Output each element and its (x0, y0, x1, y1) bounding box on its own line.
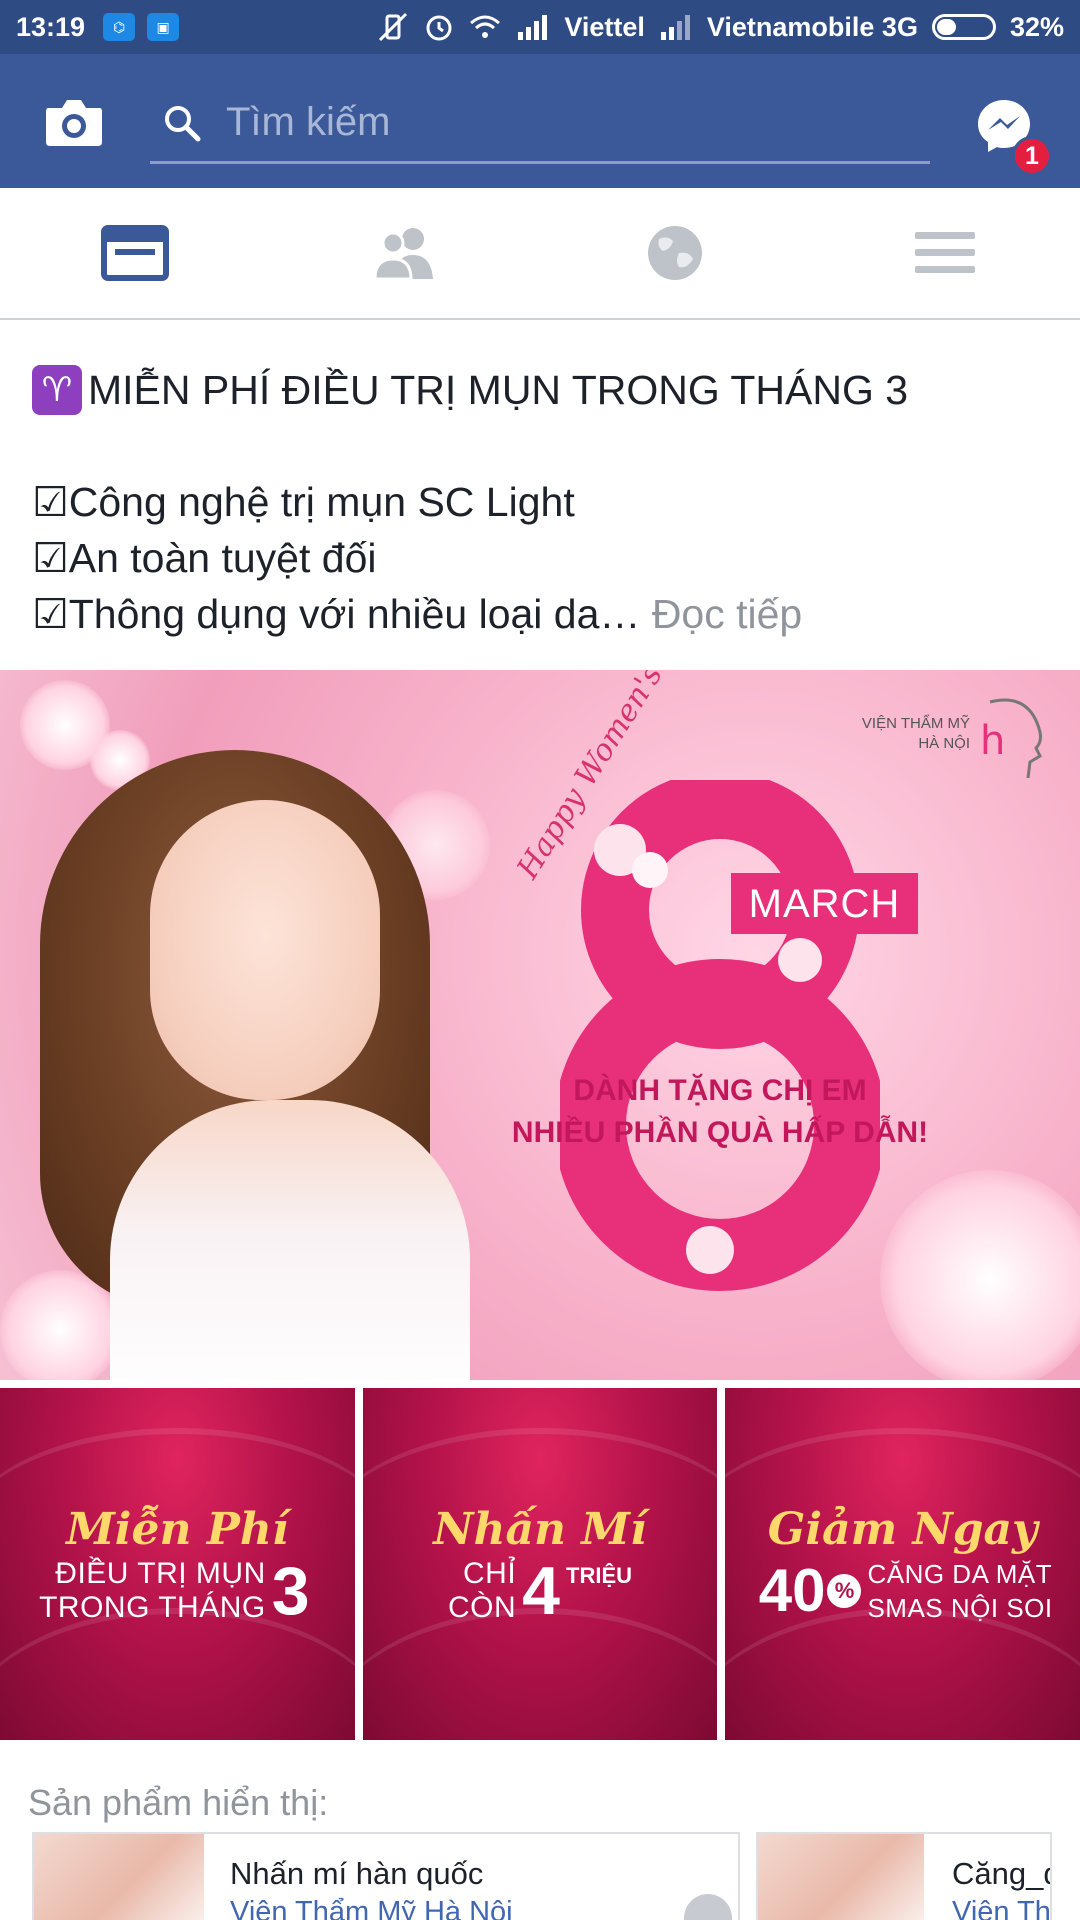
number-eight-graphic (560, 780, 880, 1291)
tab-friends[interactable] (270, 188, 540, 318)
product-thumbnail (758, 1834, 924, 1920)
post-headline: MIỄN PHÍ ĐIỀU TRỊ MỤN TRONG THÁNG 3 (88, 367, 909, 413)
product-seller: Viện Th (952, 1896, 1051, 1920)
products-label: Sản phẩm hiển thị: (28, 1782, 329, 1823)
promo-tiles: Miễn Phí ĐIỀU TRỊ MỤN TRONG THÁNG 3 Nhấn… (0, 1388, 1080, 1740)
product-thumbnail (34, 1834, 204, 1920)
friends-icon (373, 228, 433, 281)
app-header: Tìm kiếm 1 (0, 54, 1080, 188)
read-more-link[interactable]: Đọc tiếp (652, 591, 802, 637)
post-hero-image[interactable]: VIỆN THẨM MỸ HÀ NỘI h Happy Women's DÀNH… (0, 670, 1080, 1380)
product-card-2[interactable]: Căng_d Viện Th (756, 1832, 1052, 1920)
tab-bar (0, 188, 1080, 320)
search-bar[interactable]: Tìm kiếm (150, 84, 930, 164)
brand-logo-text: VIỆN THẨM MỸ HÀ NỘI (861, 715, 970, 752)
post-text: ♈ MIỄN PHÍ ĐIỀU TRỊ MỤN TRONG THÁNG 3 ☑C… (32, 362, 1052, 642)
promo-tile-1[interactable]: Miễn Phí ĐIỀU TRỊ MỤN TRONG THÁNG 3 (0, 1388, 355, 1740)
promo-tile-2[interactable]: Nhấn Mí CHỈ CÒN 4 TRIỆU (362, 1388, 718, 1740)
battery-icon (931, 14, 996, 40)
signal-icon (516, 14, 550, 40)
march-label: MARCH (748, 882, 901, 926)
product-messenger-icon[interactable] (684, 1894, 732, 1920)
tab-notifications[interactable] (540, 188, 810, 318)
news-feed-icon (101, 225, 169, 281)
post-bullet-3: ☑Thông dụng với nhiều loại da… (32, 591, 641, 637)
search-placeholder: Tìm kiếm (226, 100, 391, 144)
carrier-2: Vietnamobile 3G (706, 11, 918, 42)
battery-percent: 32% (1009, 11, 1064, 42)
signal-icon-2 (659, 14, 693, 40)
status-time: 13:19 (16, 11, 86, 42)
hero-promo-text: DÀNH TẶNG CHỊ EM NHIỀU PHẦN QUÀ HẤP DẪN! (511, 1074, 929, 1149)
svg-text:h: h (980, 718, 1005, 764)
product-card-1[interactable]: Nhấn mí hàn quốc Viện Thẩm Mỹ Hà Nội (32, 1832, 740, 1920)
post-bullet-2: ☑An toàn tuyệt đối (32, 535, 377, 581)
product-title: Căng_d (952, 1856, 1052, 1891)
tab-news-feed[interactable] (0, 188, 270, 318)
carrier-1: Viettel (564, 11, 645, 42)
wifi-icon (468, 13, 502, 41)
menu-icon (915, 232, 975, 273)
camera-icon[interactable] (44, 96, 104, 148)
promo-tile-3[interactable]: Giảm Ngay 40 % CĂNG DA MẶT SMAS NỘI SOI (725, 1388, 1080, 1740)
globe-icon (648, 226, 702, 280)
post-bullet-1: ☑Công nghệ trị mụn SC Light (32, 479, 575, 525)
notification-app-icon: ▣ (147, 13, 180, 41)
vibrate-icon (376, 12, 410, 42)
brand-logo-icon: h (980, 698, 1042, 779)
status-bar: 13:19 ⌬ ▣ Viettel Vietnamobile 3G 32% (0, 0, 1080, 54)
aries-emoji-icon: ♈ (32, 365, 82, 415)
hotspot-icon: ⌬ (103, 13, 136, 41)
alarm-icon (424, 12, 454, 42)
product-title: Nhấn mí hàn quốc (230, 1856, 484, 1891)
tab-menu[interactable] (810, 188, 1080, 318)
product-seller: Viện Thẩm Mỹ Hà Nội (230, 1896, 513, 1920)
search-icon (165, 105, 201, 141)
messenger-badge: 1 (1012, 136, 1052, 176)
